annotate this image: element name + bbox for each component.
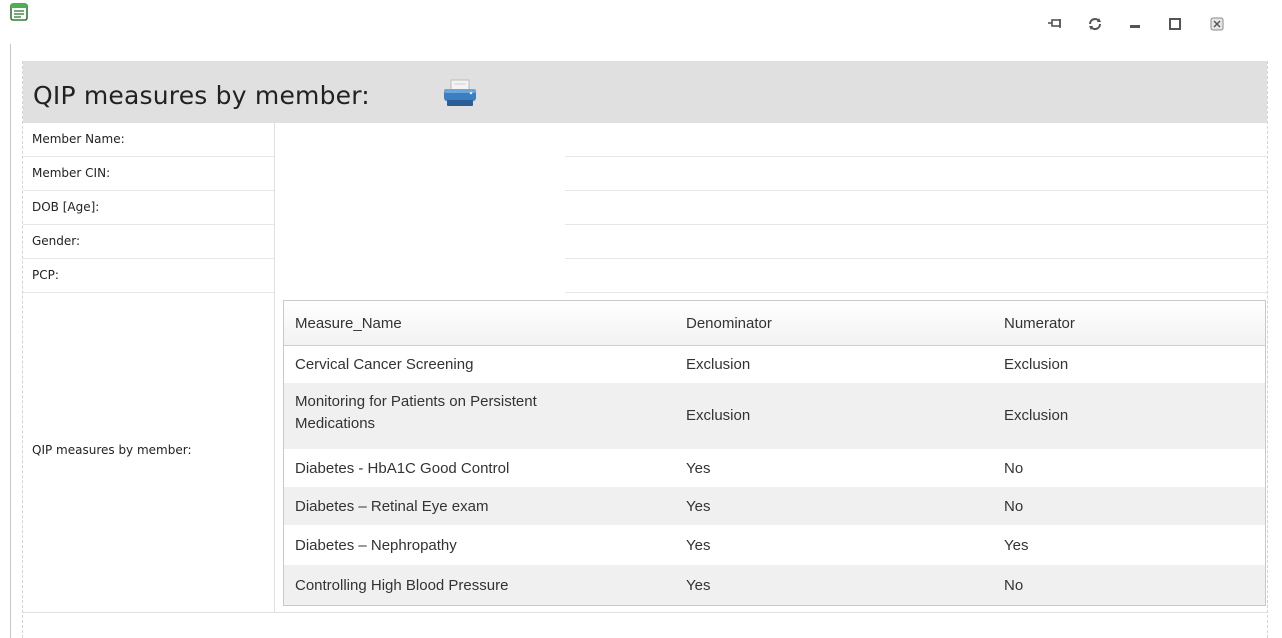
measures-label: QIP measures by member: <box>32 443 192 457</box>
refresh-button[interactable] <box>1085 14 1105 34</box>
gender-label: Gender: <box>32 234 81 248</box>
column-divider <box>274 293 275 613</box>
measure-name-cell: Controlling High Blood Pressure <box>295 577 509 594</box>
member-name-row: Member Name: <box>23 123 1267 157</box>
panel-header: QIP measures by member: <box>23 61 1267 123</box>
refresh-icon <box>1089 18 1101 30</box>
pcp-row: PCP: <box>23 259 1267 293</box>
column-header-denominator[interactable]: Denominator <box>686 315 772 332</box>
minimize-button[interactable] <box>1125 14 1145 34</box>
denominator-cell: Yes <box>686 537 711 554</box>
measure-name-cell-line2: Medications <box>295 415 376 432</box>
pin-button[interactable] <box>1045 14 1065 34</box>
gender-value <box>275 225 565 259</box>
pcp-value <box>275 259 565 293</box>
maximize-icon <box>1169 18 1181 30</box>
minimize-icon <box>1130 25 1140 28</box>
table-row[interactable]: Controlling High Blood Pressure Yes No <box>284 565 1265 605</box>
denominator-cell: Exclusion <box>686 356 751 373</box>
close-button[interactable] <box>1207 14 1227 34</box>
window-titlebar <box>0 0 1282 44</box>
numerator-cell: Yes <box>1004 537 1029 554</box>
member-cin-label: Member CIN: <box>32 166 111 180</box>
table-row[interactable]: Diabetes - HbA1C Good Control Yes No <box>284 449 1265 487</box>
measure-name-cell: Diabetes – Nephropathy <box>295 537 457 554</box>
list-document-icon <box>10 3 28 21</box>
denominator-cell: Yes <box>686 460 711 477</box>
numerator-cell: Exclusion <box>1004 407 1069 424</box>
measure-name-cell: Diabetes – Retinal Eye exam <box>295 498 489 515</box>
numerator-cell: No <box>1004 498 1024 515</box>
denominator-cell: Exclusion <box>686 407 751 424</box>
column-header-numerator[interactable]: Numerator <box>1004 315 1075 332</box>
grid-header: Measure_Name Denominator Numerator <box>284 301 1265 346</box>
numerator-cell: No <box>1004 460 1024 477</box>
window-left-border <box>10 44 11 638</box>
table-row[interactable]: Cervical Cancer Screening Exclusion Excl… <box>284 346 1265 383</box>
dob-age-row: DOB [Age]: <box>23 191 1267 225</box>
dob-age-value <box>275 191 565 225</box>
column-header-measure-name[interactable]: Measure_Name <box>295 315 402 332</box>
measure-name-cell-line1: Monitoring for Patients on Persistent <box>295 393 537 410</box>
pcp-label: PCP: <box>32 268 59 282</box>
numerator-cell: No <box>1004 577 1024 594</box>
denominator-cell: Yes <box>686 498 711 515</box>
member-name-value <box>275 123 565 157</box>
member-cin-row: Member CIN: <box>23 157 1267 191</box>
dob-age-label: DOB [Age]: <box>32 200 100 214</box>
measures-grid: Measure_Name Denominator Numerator Cervi… <box>283 300 1266 606</box>
member-cin-value <box>275 157 565 191</box>
denominator-cell: Yes <box>686 577 711 594</box>
numerator-cell: Exclusion <box>1004 356 1069 373</box>
measure-name-cell: Diabetes - HbA1C Good Control <box>295 460 510 477</box>
printer-icon[interactable] <box>441 78 479 110</box>
pin-icon <box>1048 19 1061 28</box>
close-icon <box>1210 17 1224 31</box>
gender-row: Gender: <box>23 225 1267 259</box>
measure-name-cell: Cervical Cancer Screening <box>295 356 474 373</box>
table-row[interactable]: Monitoring for Patients on Persistent Me… <box>284 383 1265 449</box>
page-title: QIP measures by member: <box>33 81 370 110</box>
table-row[interactable]: Diabetes – Nephropathy Yes Yes <box>284 525 1265 565</box>
table-row[interactable]: Diabetes – Retinal Eye exam Yes No <box>284 487 1265 525</box>
member-name-label: Member Name: <box>32 132 125 146</box>
maximize-button[interactable] <box>1165 14 1185 34</box>
